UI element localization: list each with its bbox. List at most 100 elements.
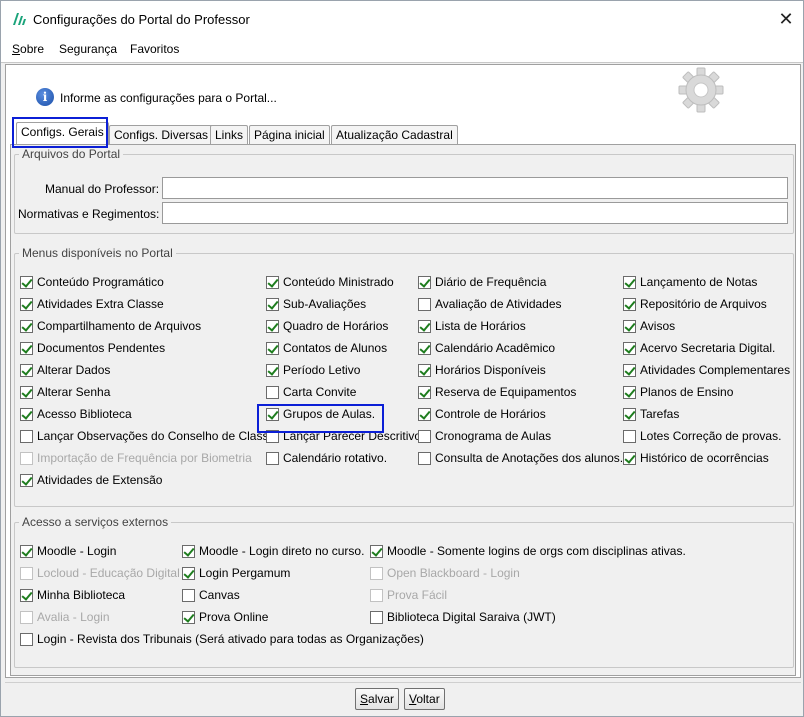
unchecked-checkbox-icon bbox=[370, 588, 383, 602]
checkbox-avaliacao-de-atividades[interactable]: Avaliação de Atividades bbox=[418, 297, 562, 311]
tab-atualizacao-cadastral[interactable]: Atualização Cadastral bbox=[331, 125, 458, 144]
checked-checkbox-icon bbox=[623, 275, 636, 289]
checkbox-acesso-biblioteca[interactable]: Acesso Biblioteca bbox=[20, 407, 132, 421]
unchecked-checkbox-icon bbox=[418, 429, 431, 443]
checkbox-label: Alterar Senha bbox=[37, 385, 111, 399]
checkbox-planos-de-ensino[interactable]: Planos de Ensino bbox=[623, 385, 733, 399]
checkbox-login-pergamum[interactable]: Login Pergamum bbox=[182, 566, 290, 580]
checkbox-contatos-de-alunos[interactable]: Contatos de Alunos bbox=[266, 341, 387, 355]
checkbox-atividades-de-extensao[interactable]: Atividades de Extensão bbox=[20, 473, 162, 487]
checkbox-label: Open Blackboard - Login bbox=[387, 566, 520, 580]
checked-checkbox-icon bbox=[20, 385, 33, 399]
checkbox-cronograma-de-aulas[interactable]: Cronograma de Aulas bbox=[418, 429, 551, 443]
unchecked-checkbox-icon bbox=[418, 451, 431, 465]
checkbox-horarios-disponiveis[interactable]: Horários Disponíveis bbox=[418, 363, 546, 377]
checkbox-atividades-complementares[interactable]: Atividades Complementares bbox=[623, 363, 790, 377]
checkbox-acervo-secretaria-digital[interactable]: Acervo Secretaria Digital. bbox=[623, 341, 775, 355]
unchecked-checkbox-icon bbox=[266, 451, 279, 465]
manual-label: Manual do Professor: bbox=[45, 182, 160, 196]
checkbox-conteudo-programatico[interactable]: Conteúdo Programático bbox=[20, 275, 164, 289]
checkbox-compartilhamento-de-arquivos[interactable]: Compartilhamento de Arquivos bbox=[20, 319, 201, 333]
back-button[interactable]: Voltar bbox=[404, 688, 445, 710]
info-bar: i Informe as configurações para o Portal… bbox=[6, 65, 800, 115]
checkbox-biblioteca-digital-saraiva-jwt[interactable]: Biblioteca Digital Saraiva (JWT) bbox=[370, 610, 556, 624]
checkbox-importacao-de-frequencia-por-biometria: Importação de Frequência por Biometria bbox=[20, 451, 252, 465]
checkbox-label: Avisos bbox=[640, 319, 676, 333]
checkbox-lista-de-horarios[interactable]: Lista de Horários bbox=[418, 319, 526, 333]
close-icon[interactable]: ✕ bbox=[769, 1, 803, 37]
checkbox-grupos-de-aulas[interactable]: Grupos de Aulas. bbox=[266, 407, 375, 421]
tab-configs-diversas[interactable]: Configs. Diversas bbox=[109, 125, 214, 144]
tab-links[interactable]: Links bbox=[210, 125, 249, 144]
menus-group: Menus disponíveis no Portal Conteúdo Pro… bbox=[14, 246, 794, 507]
checkbox-conteudo-ministrado[interactable]: Conteúdo Ministrado bbox=[266, 275, 394, 289]
checked-checkbox-icon bbox=[623, 407, 636, 421]
checked-checkbox-icon bbox=[266, 319, 279, 333]
checkbox-calendario-rotativo[interactable]: Calendário rotativo. bbox=[266, 451, 387, 465]
checkbox-calendario-academico[interactable]: Calendário Acadêmico bbox=[418, 341, 555, 355]
checked-checkbox-icon bbox=[266, 297, 279, 311]
checkbox-label: Atividades de Extensão bbox=[37, 473, 163, 487]
save-button[interactable]: Salvar bbox=[355, 688, 400, 710]
checkbox-quadro-de-horarios[interactable]: Quadro de Horários bbox=[266, 319, 388, 333]
checkbox-label: Lançar Parecer Descritivo bbox=[283, 429, 422, 443]
checkbox-lancar-observacoes-do-conselho-de-classe[interactable]: Lançar Observações do Conselho de Classe bbox=[20, 429, 275, 443]
checkbox-prova-online[interactable]: Prova Online bbox=[182, 610, 268, 624]
checkbox-avisos[interactable]: Avisos bbox=[623, 319, 675, 333]
checkbox-lotes-correcao-de-provas[interactable]: Lotes Correção de provas. bbox=[623, 429, 781, 443]
menu-sobre[interactable]: Sobre bbox=[12, 42, 44, 56]
checked-checkbox-icon bbox=[266, 341, 279, 355]
checkbox-label: Período Letivo bbox=[283, 363, 361, 377]
checkbox-alterar-senha[interactable]: Alterar Senha bbox=[20, 385, 110, 399]
checkbox-carta-convite[interactable]: Carta Convite bbox=[266, 385, 356, 399]
normativas-input[interactable] bbox=[162, 202, 788, 224]
gear-icon bbox=[678, 67, 724, 113]
checkbox-moodle-login[interactable]: Moodle - Login bbox=[20, 544, 116, 558]
checkbox-label: Grupos de Aulas. bbox=[283, 407, 376, 421]
checkbox-documentos-pendentes[interactable]: Documentos Pendentes bbox=[20, 341, 165, 355]
unchecked-checkbox-icon bbox=[370, 566, 383, 580]
checkbox-label: Repositório de Arquivos bbox=[640, 297, 767, 311]
checkbox-moodle-login-direto-no-curso[interactable]: Moodle - Login direto no curso. bbox=[182, 544, 364, 558]
info-message: Informe as configurações para o Portal..… bbox=[60, 91, 277, 105]
checkbox-diario-de-frequencia[interactable]: Diário de Frequência bbox=[418, 275, 546, 289]
checked-checkbox-icon bbox=[418, 275, 431, 289]
checkbox-lancamento-de-notas[interactable]: Lançamento de Notas bbox=[623, 275, 757, 289]
checkbox-tarefas[interactable]: Tarefas bbox=[623, 407, 679, 421]
checkbox-repositorio-de-arquivos[interactable]: Repositório de Arquivos bbox=[623, 297, 767, 311]
checked-checkbox-icon bbox=[182, 566, 195, 580]
checkbox-lancar-parecer-descritivo[interactable]: Lançar Parecer Descritivo bbox=[266, 429, 421, 443]
checkbox-controle-de-horarios[interactable]: Controle de Horários bbox=[418, 407, 546, 421]
checkbox-minha-biblioteca[interactable]: Minha Biblioteca bbox=[20, 588, 125, 602]
save-button-rest: alvar bbox=[368, 692, 395, 706]
checked-checkbox-icon bbox=[20, 319, 33, 333]
checkbox-reserva-de-equipamentos[interactable]: Reserva de Equipamentos bbox=[418, 385, 576, 399]
checkbox-historico-de-ocorrencias[interactable]: Histórico de ocorrências bbox=[623, 451, 769, 465]
checkbox-label: Compartilhamento de Arquivos bbox=[37, 319, 202, 333]
unchecked-checkbox-icon bbox=[266, 385, 279, 399]
checkbox-label: Planos de Ensino bbox=[640, 385, 734, 399]
checked-checkbox-icon bbox=[370, 544, 383, 558]
checkbox-moodle-somente-logins-de-orgs-com-discip[interactable]: Moodle - Somente logins de orgs com disc… bbox=[370, 544, 686, 558]
manual-input[interactable] bbox=[162, 177, 788, 199]
checked-checkbox-icon bbox=[266, 363, 279, 377]
menu-seguranca[interactable]: Segurança bbox=[59, 42, 117, 56]
checkbox-canvas[interactable]: Canvas bbox=[182, 588, 240, 602]
checkbox-sub-avaliacoes[interactable]: Sub-Avaliações bbox=[266, 297, 366, 311]
tab-configs-gerais[interactable]: Configs. Gerais bbox=[16, 122, 109, 144]
checkbox-periodo-letivo[interactable]: Período Letivo bbox=[266, 363, 360, 377]
tab-pagina-inicial[interactable]: Página inicial bbox=[249, 125, 330, 144]
checked-checkbox-icon bbox=[20, 588, 33, 602]
unchecked-checkbox-icon bbox=[20, 429, 33, 443]
tab-strip: Configs. Gerais Configs. Diversas Links … bbox=[10, 120, 800, 144]
checkbox-consulta-de-anotacoes-dos-alunos[interactable]: Consulta de Anotações dos alunos. bbox=[418, 451, 623, 465]
checked-checkbox-icon bbox=[20, 473, 33, 487]
checkbox-atividades-extra-classe[interactable]: Atividades Extra Classe bbox=[20, 297, 164, 311]
checkbox-login-revista-dos-tribunais-sera-ativado[interactable]: Login - Revista dos Tribunais (Será ativ… bbox=[20, 632, 424, 646]
bottom-bar: Salvar Voltar bbox=[5, 682, 801, 714]
menu-favoritos[interactable]: Favoritos bbox=[130, 42, 179, 56]
checkbox-alterar-dados[interactable]: Alterar Dados bbox=[20, 363, 110, 377]
externos-group-title: Acesso a serviços externos bbox=[19, 515, 172, 529]
checkbox-label: Conteúdo Programático bbox=[37, 275, 164, 289]
checkbox-label: Minha Biblioteca bbox=[37, 588, 126, 602]
